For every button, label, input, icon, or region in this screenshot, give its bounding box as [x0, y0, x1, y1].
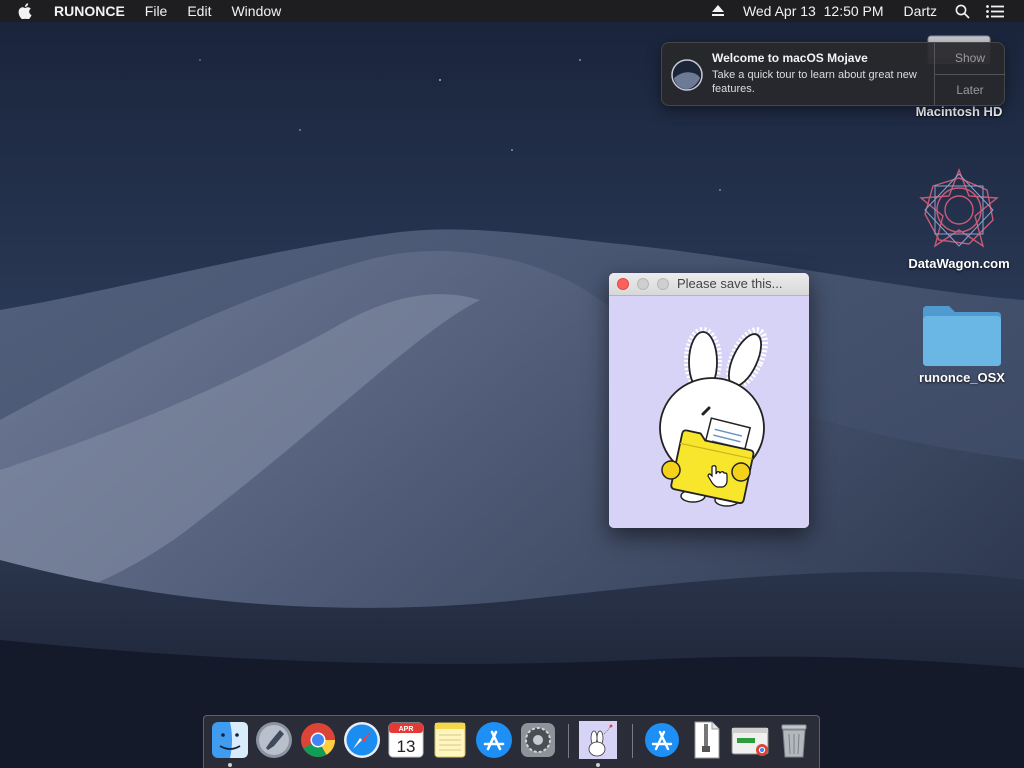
- spotlight-search-icon[interactable]: [947, 4, 978, 19]
- calendar-icon[interactable]: APR 13: [386, 720, 426, 760]
- chrome-icon[interactable]: [298, 720, 338, 760]
- desktop-icon-label: DataWagon.com: [908, 256, 1010, 271]
- runonce-app-icon[interactable]: [578, 720, 618, 760]
- folder-icon: [923, 306, 1001, 366]
- menu-clock[interactable]: Wed Apr 13 12:50 PM: [733, 0, 894, 22]
- notification-actions: Show Later: [934, 43, 1005, 105]
- welcome-notification[interactable]: Welcome to macOS Mojave Take a quick tou…: [661, 42, 1005, 106]
- installer-window-icon[interactable]: [730, 720, 770, 760]
- finder-icon[interactable]: [210, 720, 250, 760]
- apple-menu-icon[interactable]: [0, 3, 44, 19]
- notification-title: Welcome to macOS Mojave: [712, 51, 868, 65]
- menu-file[interactable]: File: [135, 0, 178, 22]
- menu-window[interactable]: Window: [221, 0, 291, 22]
- app-store-icon[interactable]: [474, 720, 514, 760]
- menu-bar: RUNONCE File Edit Window Wed Apr 13 12:5…: [0, 0, 1024, 22]
- eject-icon[interactable]: [703, 5, 733, 17]
- notification-center-icon[interactable]: [978, 4, 1012, 18]
- launchpad-icon[interactable]: [254, 720, 294, 760]
- zip-archive-icon[interactable]: [686, 720, 726, 760]
- dock-separator: [632, 724, 633, 758]
- desktop-icon-label: runonce_OSX: [919, 370, 1005, 385]
- window-close-button[interactable]: [617, 278, 629, 290]
- please-save-window[interactable]: Please save this...: [609, 273, 809, 528]
- datawagon-logo-icon: [919, 168, 999, 248]
- dock-separator: [568, 724, 569, 758]
- desktop-icon-datawagon[interactable]: DataWagon.com: [904, 168, 1014, 271]
- desktop-icon-label: Macintosh HD: [915, 104, 1003, 119]
- menu-app-name[interactable]: RUNONCE: [44, 0, 135, 22]
- notes-icon[interactable]: [430, 720, 470, 760]
- notification-show-button[interactable]: Show: [935, 43, 1005, 74]
- mojave-wallpaper: [0, 0, 1024, 768]
- downloads-stack-icon[interactable]: [642, 720, 682, 760]
- notification-body: Take a quick tour to learn about great n…: [712, 69, 917, 95]
- menu-edit[interactable]: Edit: [177, 0, 221, 22]
- desktop-icon-runonce-folder[interactable]: runonce_OSX: [907, 300, 1017, 385]
- system-preferences-icon[interactable]: [518, 720, 558, 760]
- running-indicator: [228, 763, 232, 767]
- dock: APR 13: [203, 715, 820, 768]
- calendar-day: 13: [397, 737, 416, 756]
- desktop: RUNONCE File Edit Window Wed Apr 13 12:5…: [0, 0, 1024, 768]
- window-title: Please save this...: [677, 276, 783, 291]
- window-minimize-button[interactable]: [637, 278, 649, 290]
- notification-later-button[interactable]: Later: [935, 74, 1005, 106]
- mojave-welcome-icon: [671, 59, 703, 91]
- calendar-month: APR: [399, 726, 414, 733]
- menu-user-name[interactable]: Dartz: [894, 0, 947, 22]
- bunny-holding-folder-illustration: [659, 327, 768, 507]
- window-zoom-button[interactable]: [657, 278, 669, 290]
- running-indicator: [596, 763, 600, 767]
- safari-icon[interactable]: [342, 720, 382, 760]
- trash-icon[interactable]: [774, 720, 814, 760]
- window-titlebar[interactable]: Please save this...: [609, 273, 809, 296]
- window-content: [609, 296, 809, 528]
